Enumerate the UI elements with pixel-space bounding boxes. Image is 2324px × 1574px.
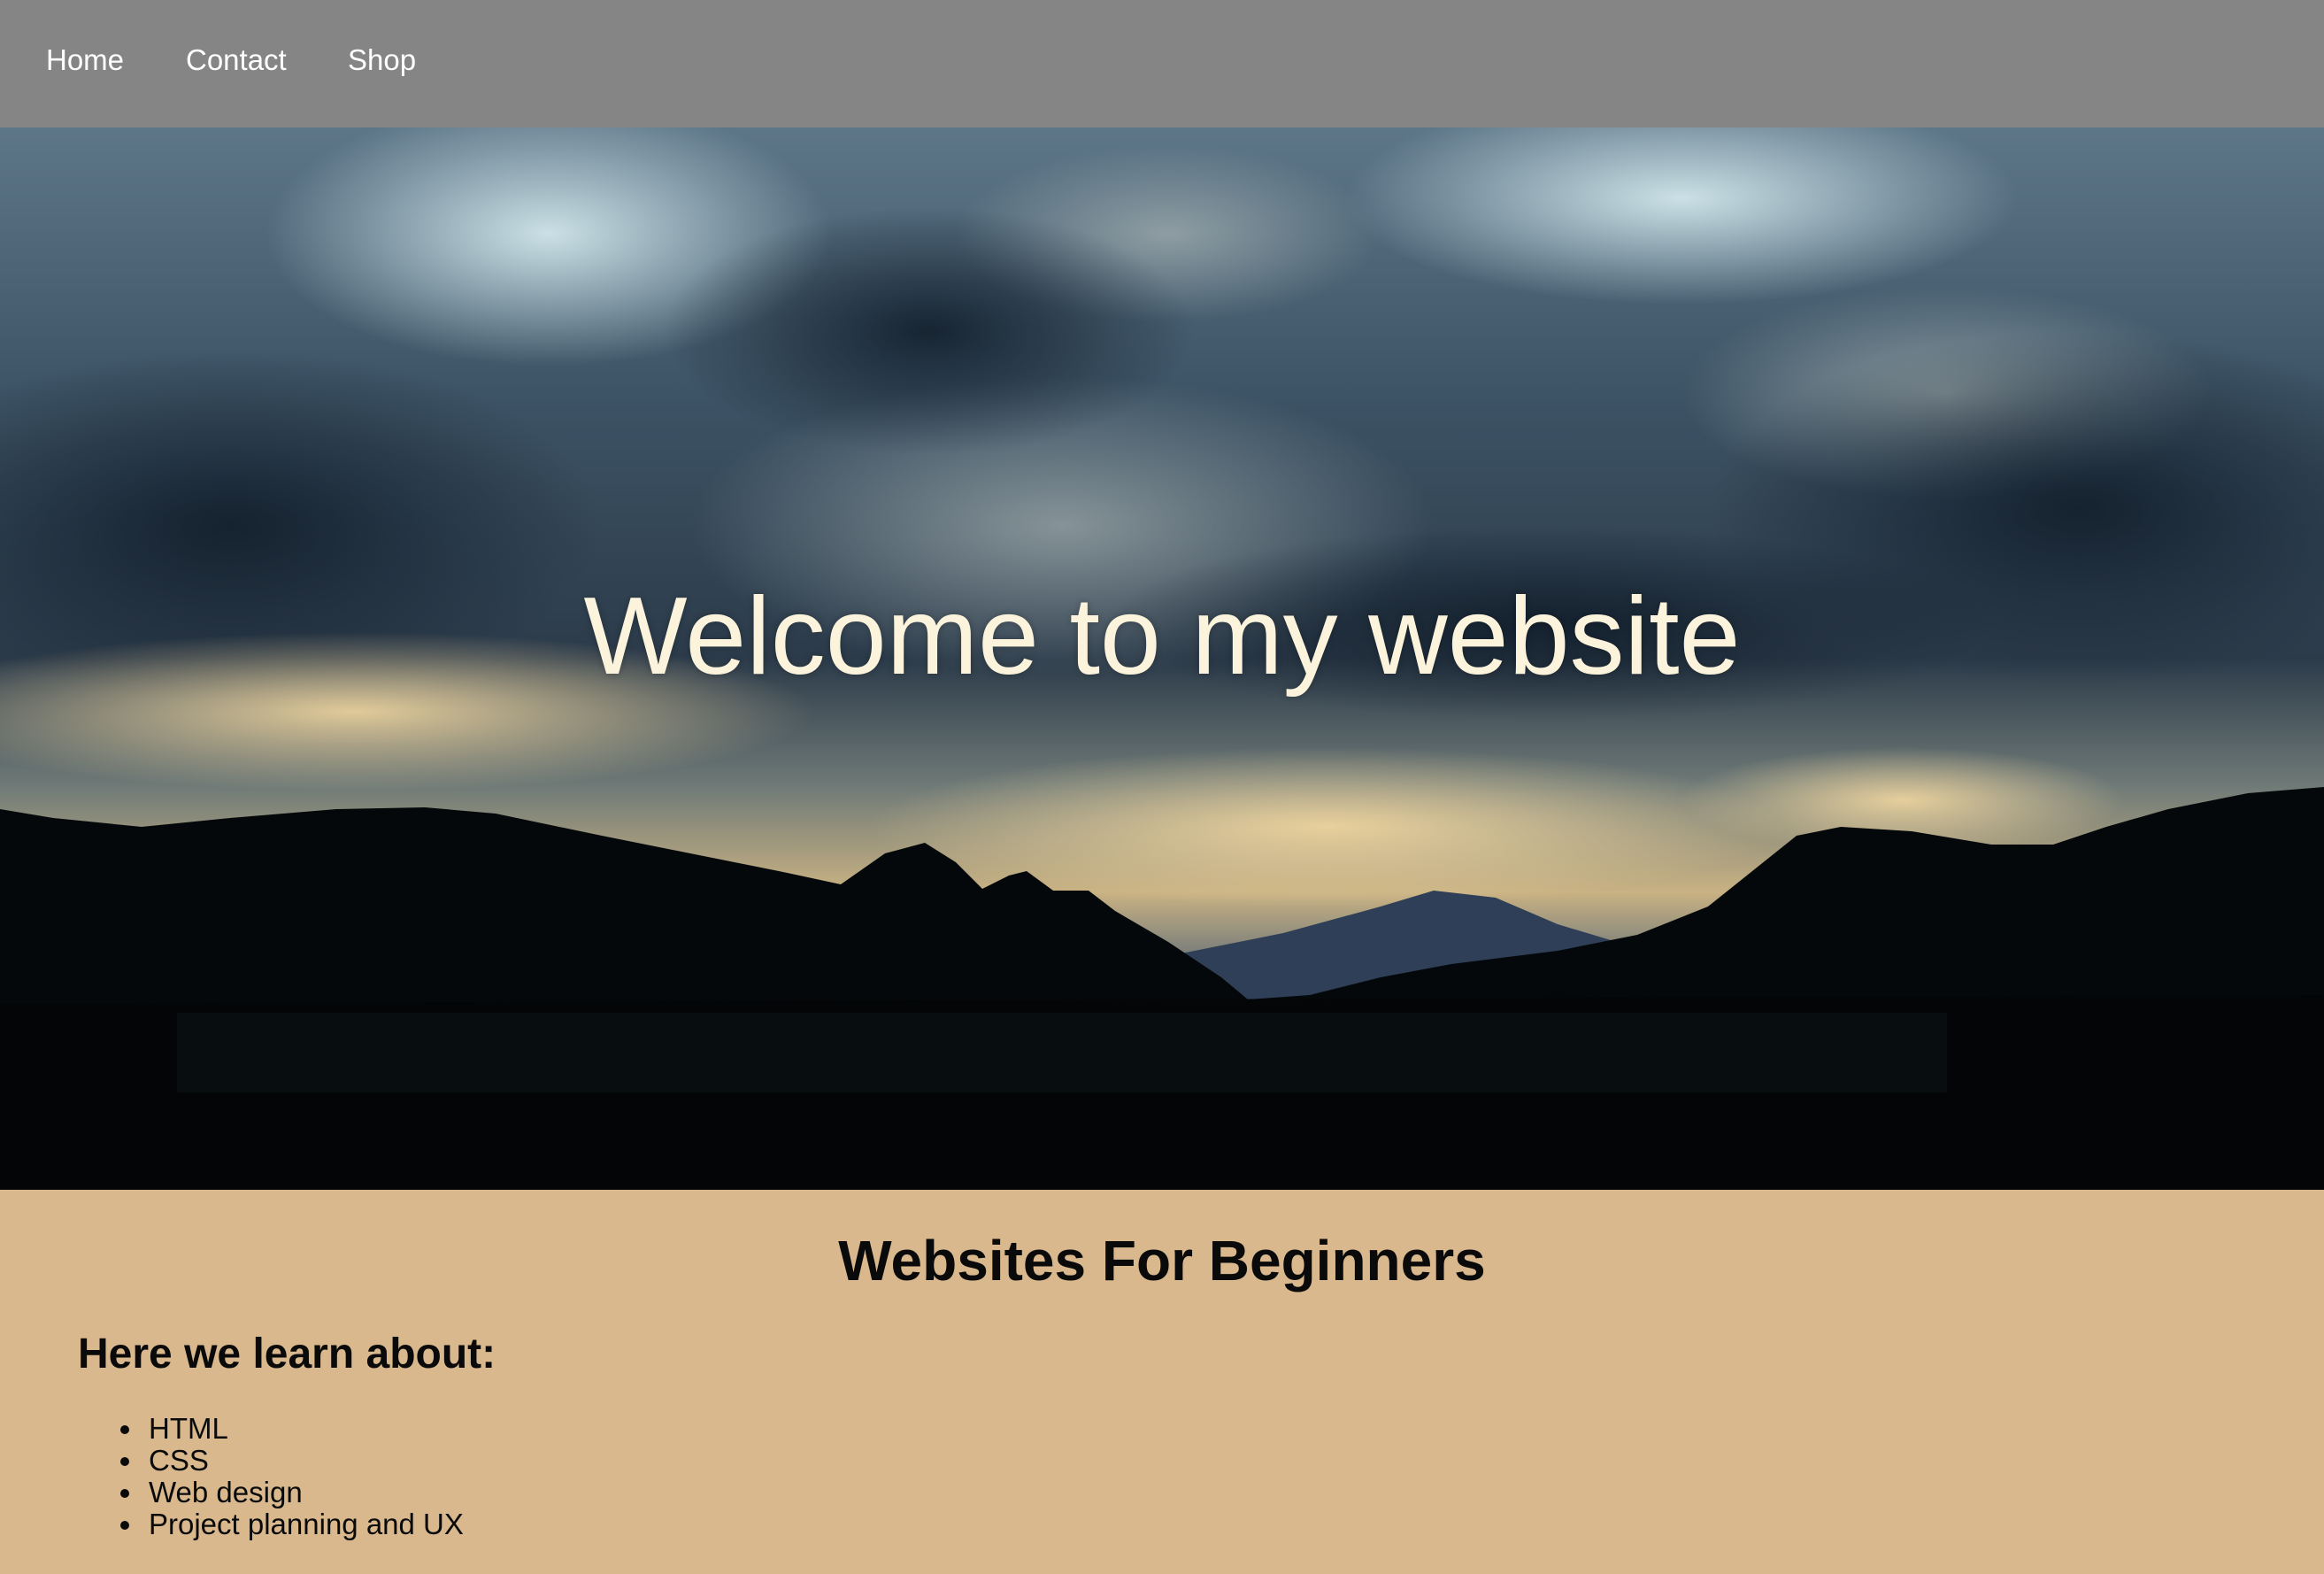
nav-link-home[interactable]: Home — [46, 42, 124, 78]
nav-link-contact[interactable]: Contact — [186, 42, 287, 78]
hero-title: Welcome to my website — [583, 575, 1741, 698]
top-navbar: Home Contact Shop — [0, 0, 2324, 127]
topic-label: HTML — [149, 1412, 228, 1445]
list-item: CSS — [120, 1444, 464, 1477]
topics-heading: Here we learn about: — [78, 1331, 496, 1377]
bullet-icon — [120, 1425, 129, 1434]
list-item: Project planning and UX — [120, 1508, 464, 1540]
bullet-icon — [120, 1521, 129, 1530]
page-heading: Websites For Beginners — [838, 1229, 1486, 1292]
nav-link-shop[interactable]: Shop — [348, 42, 416, 78]
topics-list: HTML CSS Web design Project planning and… — [120, 1412, 464, 1540]
bullet-icon — [120, 1489, 129, 1498]
topic-label: Web design — [149, 1476, 303, 1508]
bullet-icon — [120, 1457, 129, 1466]
list-item: Web design — [120, 1476, 464, 1508]
intro-section: Websites For Beginners Here we learn abo… — [0, 1190, 2324, 1574]
list-item: HTML — [120, 1412, 464, 1445]
topic-label: Project planning and UX — [149, 1508, 464, 1540]
topic-label: CSS — [149, 1444, 209, 1477]
hero-banner: Welcome to my website — [0, 127, 2324, 1190]
